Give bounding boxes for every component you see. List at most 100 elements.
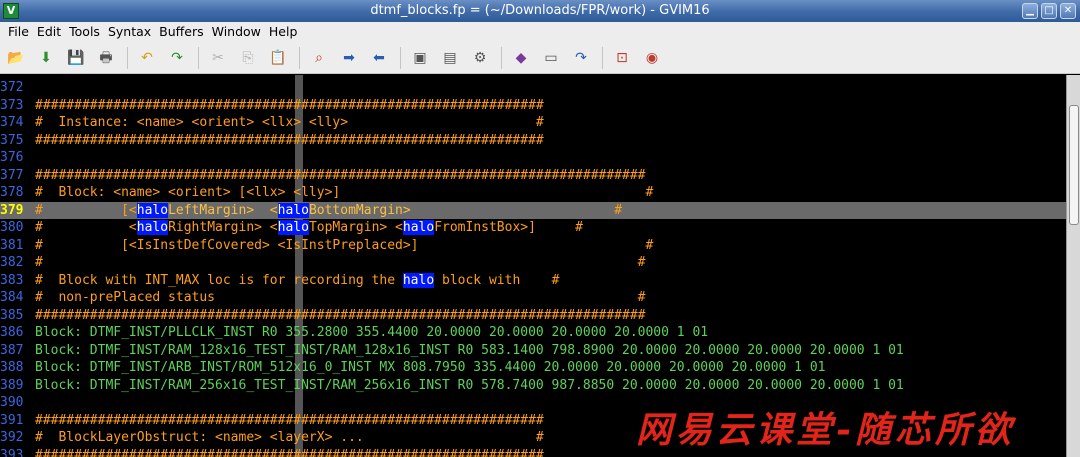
- line-text: Block: DTMF_INST/ARB_INST/ROM_512x16_0_I…: [35, 360, 826, 375]
- find-next-button[interactable]: ➡: [338, 47, 360, 69]
- search-match: halo: [402, 272, 435, 288]
- watermark-text: 网易云课堂-随芯所欲: [636, 409, 1015, 451]
- save-icon: 💾: [67, 49, 85, 66]
- line-text: # [<haloLeftMargin> <haloBottomMargin> #: [35, 202, 622, 218]
- line-text: ########################################…: [35, 308, 645, 323]
- redo-button[interactable]: ↷: [166, 47, 188, 69]
- run-script-icon: ⚙: [473, 49, 487, 66]
- find-help-button[interactable]: ◉: [641, 47, 663, 69]
- toolbar-separator: [299, 46, 300, 69]
- search-match: halo: [277, 202, 309, 218]
- text-segment: # non-prePlaced status #: [35, 290, 646, 305]
- menu-syntax[interactable]: Syntax: [104, 22, 155, 42]
- editor-line[interactable]: 378 # Block: <name> <orient> [<llx> <lly>…: [0, 184, 1066, 201]
- cursor-line[interactable]: 379 # [<haloLeftMargin> <haloBottomMargin…: [0, 201, 1066, 219]
- window-title: dtmf_blocks.fp = (~/Downloads/FPR/work) …: [370, 3, 710, 18]
- editor-line[interactable]: 372: [0, 79, 1066, 96]
- toolbar-separator: [400, 46, 401, 69]
- line-text: Block: DTMF_INST/RAM_128x16_TEST_INST/RA…: [35, 343, 904, 358]
- editor-text-area[interactable]: 372 373 ##################################…: [0, 75, 1066, 457]
- editor-line[interactable]: 377 #####################################…: [0, 167, 1066, 184]
- editor-line[interactable]: 385 #####################################…: [0, 307, 1066, 324]
- editor-line[interactable]: 389 Block: DTMF_INST/RAM_256x16_TEST_INST…: [0, 377, 1066, 394]
- editor-line[interactable]: 386 Block: DTMF_INST/PLLCLK_INST R0 355.2…: [0, 324, 1066, 341]
- text-segment: # Block with INT_MAX loc is for recordin…: [35, 272, 403, 288]
- line-text: # <haloRightMargin> <haloTopMargin> <hal…: [35, 220, 583, 235]
- editor-line[interactable]: 387 Block: DTMF_INST/RAM_128x16_TEST_INST…: [0, 342, 1066, 359]
- undo-button[interactable]: ↶: [136, 47, 158, 69]
- line-number: 382: [0, 255, 24, 270]
- save-session-icon: ▤: [443, 49, 457, 66]
- text-segment: ########################################…: [35, 132, 544, 148]
- gvim-icon[interactable]: V: [3, 3, 19, 19]
- close-button[interactable]: ✕: [1060, 3, 1076, 19]
- line-number: 384: [0, 290, 24, 305]
- editor-line[interactable]: 384 # non-prePlaced status #: [0, 289, 1066, 306]
- editor-line[interactable]: 373 #####################################…: [0, 97, 1066, 114]
- editor-line[interactable]: 376: [0, 149, 1066, 166]
- line-number: 388: [0, 360, 24, 375]
- find-next-icon: ➡: [343, 49, 355, 66]
- text-segment: ########################################…: [35, 447, 544, 457]
- editor-line[interactable]: 388 Block: DTMF_INST/ARB_INST/ROM_512x16_…: [0, 359, 1066, 376]
- text-segment: ########################################…: [35, 412, 544, 428]
- find-help-icon: ◉: [645, 49, 659, 66]
- line-text: ########################################…: [35, 168, 645, 183]
- menu-file[interactable]: File: [4, 22, 33, 42]
- save-download-icon: ⬇: [40, 49, 52, 66]
- help-button[interactable]: ⊡: [611, 47, 633, 69]
- shell-icon: ▭: [544, 49, 558, 66]
- toolbar-separator: [198, 46, 199, 69]
- minimize-button[interactable]: ▁: [1022, 3, 1038, 19]
- editor-line[interactable]: 382 # #: [0, 254, 1066, 271]
- text-segment: FromInstBox>] #: [434, 220, 583, 235]
- print-button[interactable]: 🖶: [95, 47, 117, 69]
- make-icon: ◆: [515, 49, 527, 66]
- cut-button[interactable]: ✂: [207, 47, 229, 69]
- load-session-button[interactable]: ▣: [409, 47, 431, 69]
- copy-button[interactable]: ⎘: [237, 47, 259, 69]
- paste-button[interactable]: 📋: [267, 47, 289, 69]
- save-download-button[interactable]: ⬇: [35, 47, 57, 69]
- save-session-button[interactable]: ▤: [439, 47, 461, 69]
- shell-button[interactable]: ▭: [540, 47, 562, 69]
- line-number: 376: [0, 150, 24, 165]
- line-number: 380: [0, 220, 24, 235]
- save-button[interactable]: 💾: [65, 47, 87, 69]
- undo-icon: ↶: [141, 49, 153, 66]
- text-segment: ########################################…: [35, 97, 544, 113]
- line-number: 379: [0, 202, 24, 218]
- line-number: 389: [0, 377, 24, 393]
- line-number: 381: [0, 237, 24, 253]
- menu-tools[interactable]: Tools: [65, 22, 104, 42]
- editor-line[interactable]: 380 # <haloRightMargin> <haloTopMargin> <…: [0, 219, 1066, 236]
- line-number: 387: [0, 342, 24, 358]
- find-replace-icon: ⌕: [315, 49, 323, 66]
- search-match: halo: [402, 220, 435, 235]
- find-replace-button[interactable]: ⌕: [308, 47, 330, 69]
- text-segment: # [<IsInstDefCovered> <IsInstPreplaced>]…: [35, 237, 654, 253]
- editor-line[interactable]: 375 #####################################…: [0, 132, 1066, 149]
- find-prev-button[interactable]: ⬅: [368, 47, 390, 69]
- open-file-button[interactable]: 📂: [5, 47, 27, 69]
- make-button[interactable]: ◆: [510, 47, 532, 69]
- editor-line[interactable]: 374 # Instance: <name> <orient> <llx> <ll…: [0, 114, 1066, 131]
- run-script-button[interactable]: ⚙: [469, 47, 491, 69]
- menu-buffers[interactable]: Buffers: [155, 22, 207, 42]
- cut-icon: ✂: [212, 49, 224, 66]
- maximize-button[interactable]: □: [1041, 3, 1057, 19]
- menu-window[interactable]: Window: [208, 22, 265, 42]
- scrollbar-thumb[interactable]: [1069, 105, 1079, 225]
- line-number: 372: [0, 80, 24, 95]
- jump-tag-button[interactable]: ↷: [570, 47, 592, 69]
- menu-edit[interactable]: Edit: [33, 22, 65, 42]
- search-match: halo: [277, 220, 309, 235]
- text-segment: # Instance: <name> <orient> <llx> <lly> …: [35, 115, 544, 130]
- editor-line[interactable]: 381 # [<IsInstDefCovered> <IsInstPreplace…: [0, 237, 1066, 254]
- line-number: 373: [0, 97, 24, 113]
- menu-help[interactable]: Help: [265, 22, 302, 42]
- line-text: # Instance: <name> <orient> <llx> <lly> …: [35, 115, 544, 130]
- editor-line[interactable]: 383 # Block with INT_MAX loc is for recor…: [0, 272, 1066, 289]
- vertical-scrollbar[interactable]: [1066, 75, 1080, 457]
- line-text: # #: [35, 255, 645, 270]
